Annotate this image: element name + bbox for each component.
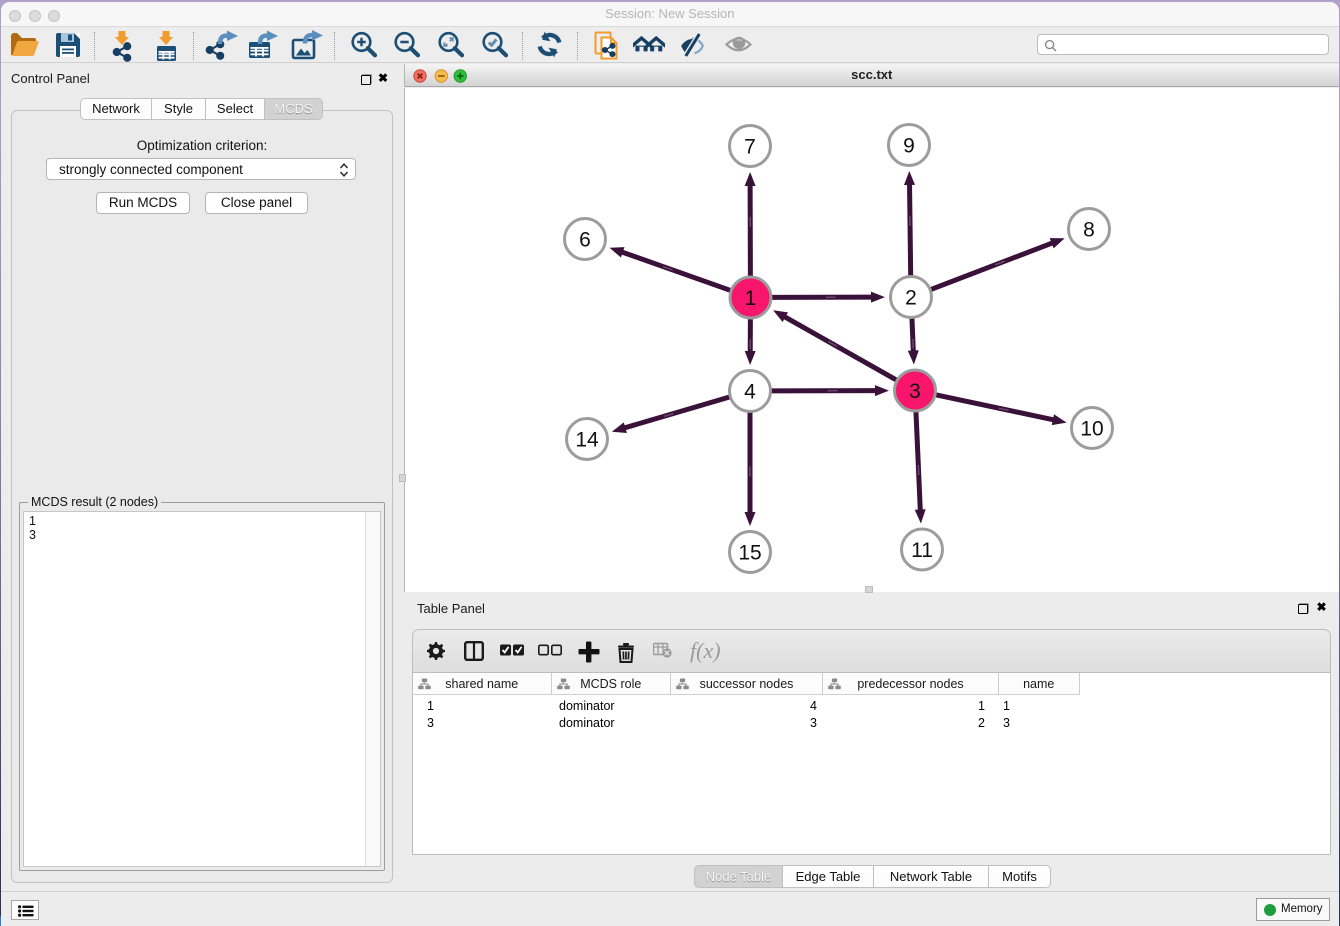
svg-text:6: 6 bbox=[579, 229, 591, 252]
svg-text:4: 4 bbox=[744, 381, 756, 404]
svg-text:1: 1 bbox=[745, 287, 757, 310]
svg-text:f(x): f(x) bbox=[690, 641, 721, 663]
svg-text:7: 7 bbox=[744, 136, 756, 159]
svg-text:9: 9 bbox=[903, 135, 915, 158]
svg-text:11: 11 bbox=[911, 539, 933, 562]
svg-text:10: 10 bbox=[1080, 418, 1103, 441]
svg-text:8: 8 bbox=[1083, 219, 1095, 242]
svg-text:3: 3 bbox=[909, 380, 921, 403]
svg-text:2: 2 bbox=[905, 287, 917, 310]
svg-text:14: 14 bbox=[575, 429, 599, 452]
svg-text:15: 15 bbox=[738, 542, 761, 565]
